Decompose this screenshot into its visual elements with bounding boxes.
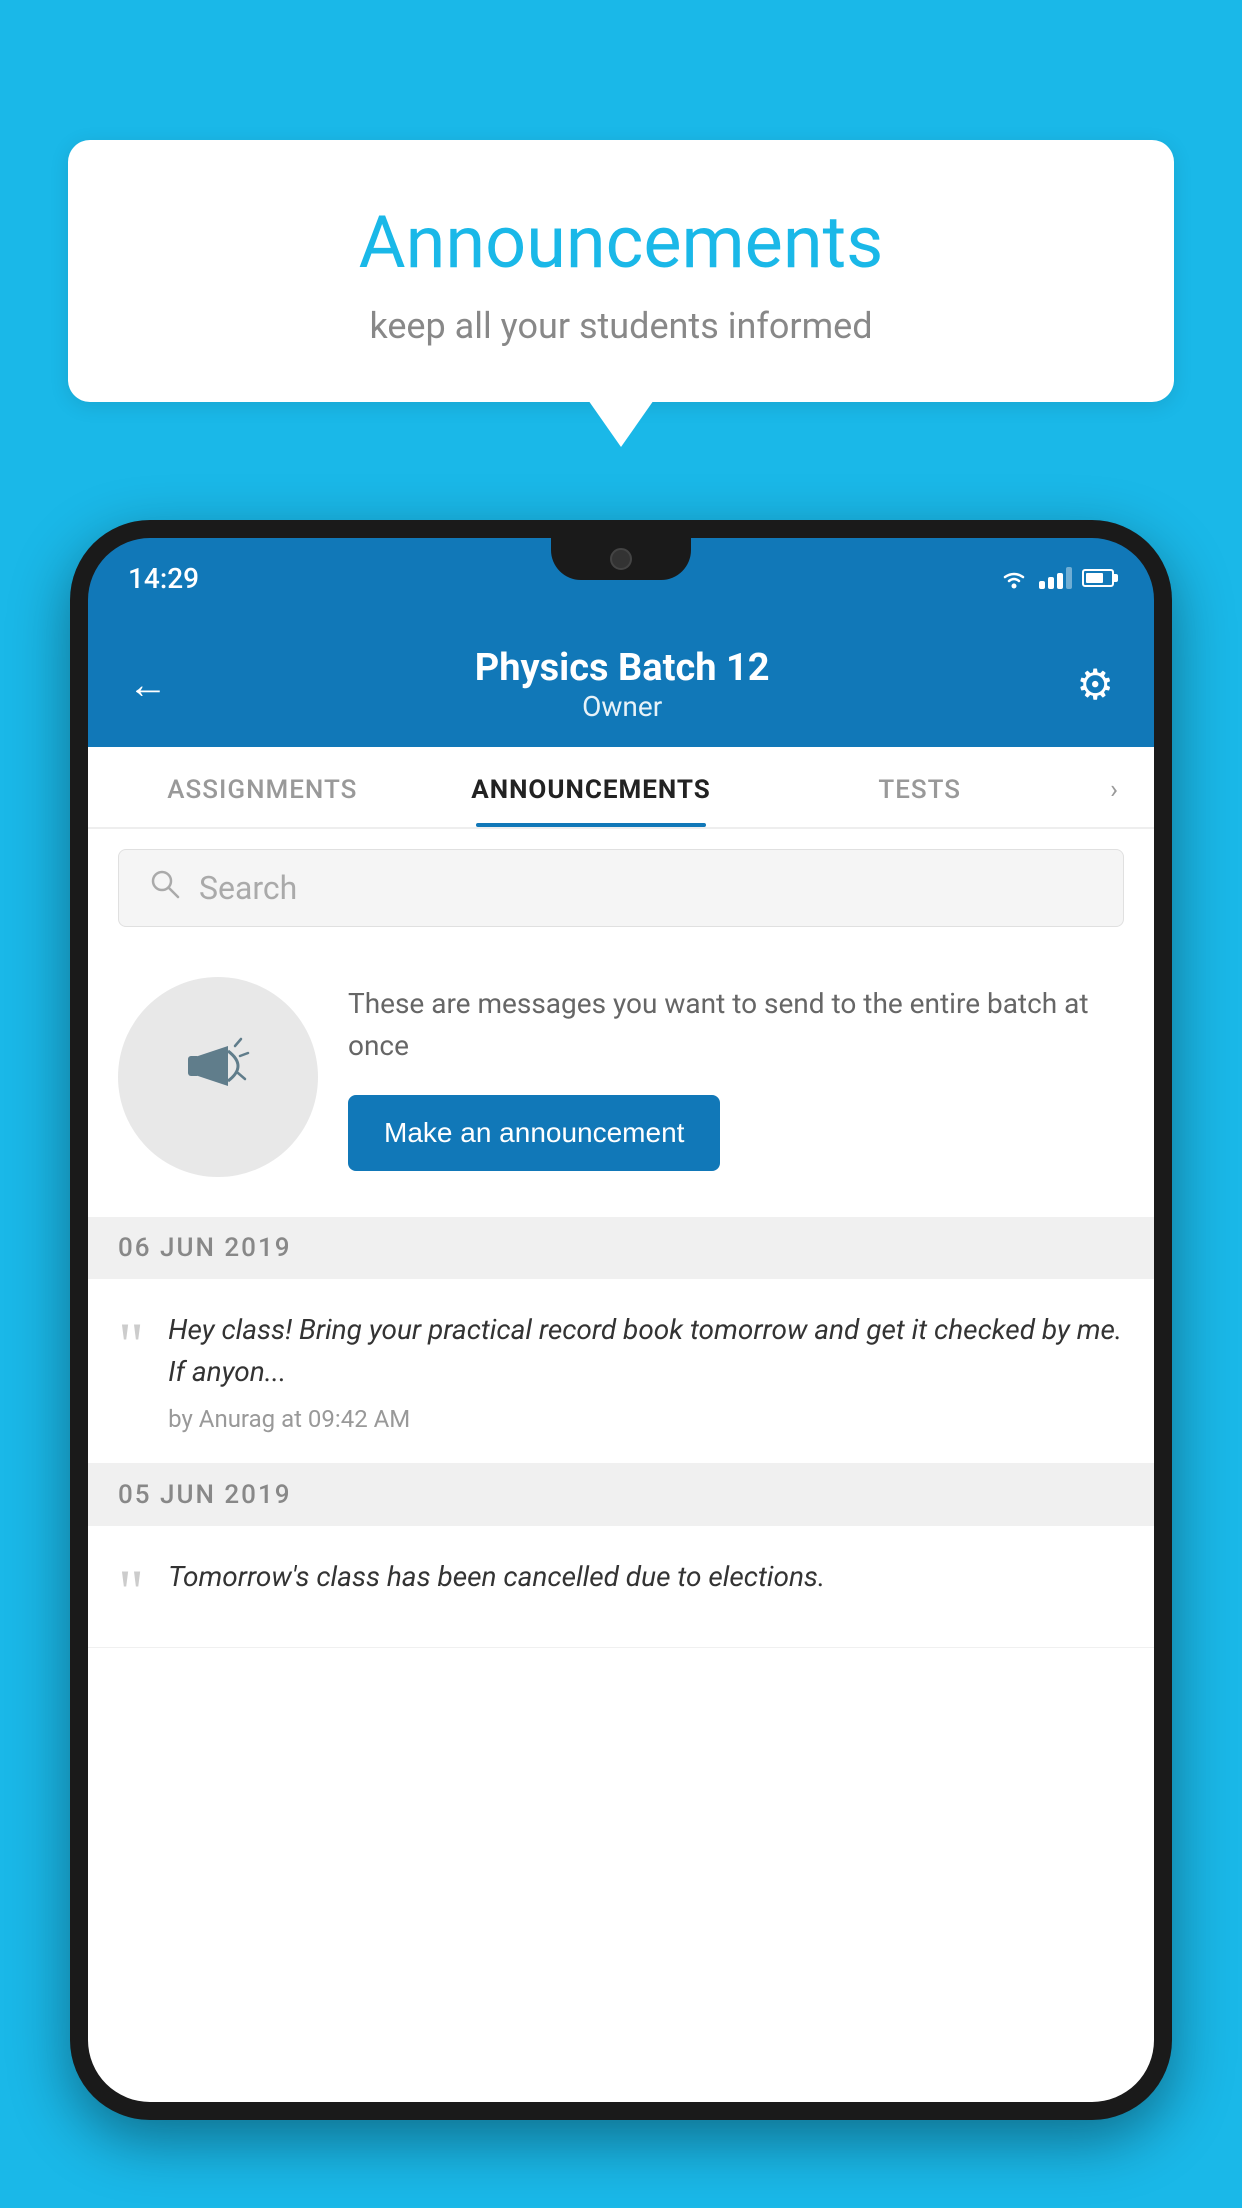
tab-bar: ASSIGNMENTS ANNOUNCEMENTS TESTS › — [88, 747, 1154, 829]
announcement-content-1: Hey class! Bring your practical record b… — [168, 1309, 1124, 1433]
camera-dot — [610, 548, 632, 570]
quote-icon-1: " — [118, 1319, 144, 1370]
megaphone-circle — [118, 977, 318, 1177]
header-title-block: Physics Batch 12 Owner — [475, 646, 770, 723]
status-bar: 14:29 — [88, 538, 1154, 618]
tab-announcements[interactable]: ANNOUNCEMENTS — [427, 747, 756, 827]
tab-tests[interactable]: TESTS — [755, 747, 1084, 827]
phone-notch — [551, 538, 691, 580]
announcement-meta-1: by Anurag at 09:42 AM — [168, 1405, 1124, 1433]
wifi-icon — [999, 567, 1029, 589]
header-subtitle: Owner — [475, 690, 770, 723]
date-separator-1: 06 JUN 2019 — [88, 1217, 1154, 1279]
battery-icon — [1082, 569, 1114, 587]
app-header: ← Physics Batch 12 Owner ⚙ — [88, 618, 1154, 747]
signal-bars — [1039, 567, 1072, 589]
header-title: Physics Batch 12 — [475, 646, 770, 690]
speech-bubble-subtitle: keep all your students informed — [118, 305, 1124, 347]
back-button[interactable]: ← — [128, 661, 168, 708]
tab-more[interactable]: › — [1084, 747, 1144, 827]
phone-mockup: 14:29 — [70, 520, 1172, 2120]
speech-bubble: Announcements keep all your students inf… — [68, 140, 1174, 402]
search-container: Search — [88, 829, 1154, 947]
announcement-right: These are messages you want to send to t… — [348, 983, 1124, 1171]
announcement-text-1: Hey class! Bring your practical record b… — [168, 1309, 1124, 1393]
megaphone-icon — [173, 1021, 263, 1133]
search-bar[interactable]: Search — [118, 849, 1124, 927]
search-placeholder: Search — [199, 869, 297, 907]
settings-icon[interactable]: ⚙ — [1076, 660, 1114, 710]
phone-screen: ← Physics Batch 12 Owner ⚙ ASSIGNMENTS A… — [88, 618, 1154, 2102]
status-time: 14:29 — [128, 562, 199, 595]
status-icons — [999, 567, 1114, 589]
make-announcement-button[interactable]: Make an announcement — [348, 1095, 720, 1171]
announcement-description: These are messages you want to send to t… — [348, 983, 1124, 1067]
speech-bubble-title: Announcements — [118, 200, 1124, 285]
phone-wrapper: 14:29 — [70, 520, 1172, 2208]
search-icon — [149, 868, 181, 908]
announcement-text-2: Tomorrow's class has been cancelled due … — [168, 1556, 1124, 1598]
announcement-content-2: Tomorrow's class has been cancelled due … — [168, 1556, 1124, 1610]
date-separator-2: 05 JUN 2019 — [88, 1464, 1154, 1526]
announcement-item-1[interactable]: " Hey class! Bring your practical record… — [88, 1279, 1154, 1464]
speech-bubble-container: Announcements keep all your students inf… — [68, 140, 1174, 402]
announcement-prompt: These are messages you want to send to t… — [88, 947, 1154, 1217]
quote-icon-2: " — [118, 1566, 144, 1617]
tab-assignments[interactable]: ASSIGNMENTS — [98, 747, 427, 827]
announcement-item-2[interactable]: " Tomorrow's class has been cancelled du… — [88, 1526, 1154, 1648]
